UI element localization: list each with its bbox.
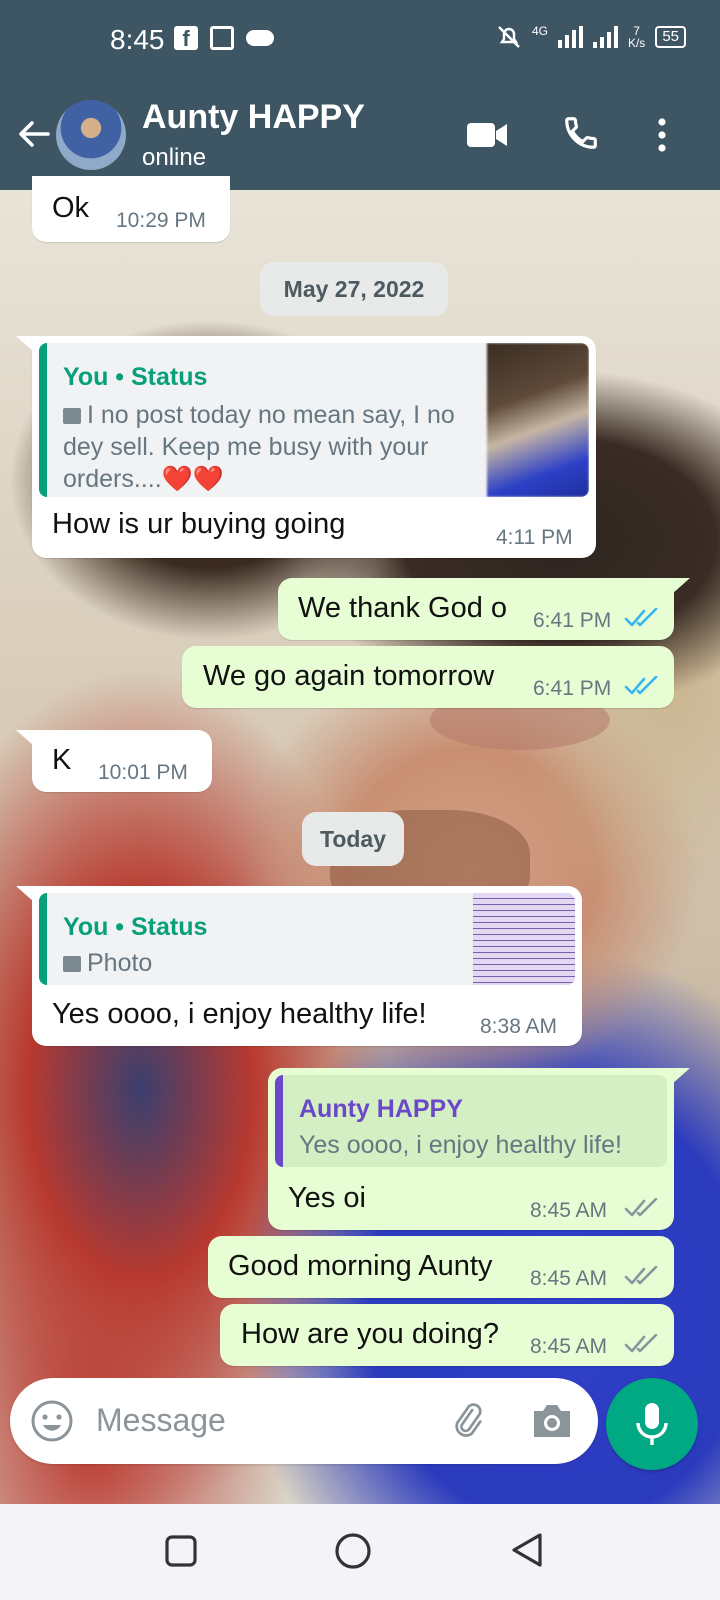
reply-quote[interactable]: Aunty HAPPY Yes oooo, i enjoy healthy li… <box>275 1075 667 1167</box>
battery-indicator: 55 <box>655 26 686 48</box>
quote-text: Yes oooo, i enjoy healthy life! <box>299 1131 622 1159</box>
message-text: How are you doing? <box>241 1318 499 1350</box>
microphone-button[interactable] <box>606 1378 698 1470</box>
quote-accent-bar <box>39 893 47 985</box>
message-time: 8:45 AM <box>530 1335 608 1358</box>
recent-apps-icon[interactable] <box>164 1534 198 1568</box>
status-reply-quote[interactable]: You • Status Photo <box>39 893 575 985</box>
mute-bell-icon <box>498 26 520 48</box>
message-text: How is ur buying going <box>52 508 346 540</box>
quote-title: You • Status <box>63 913 208 941</box>
message-bubble-outgoing[interactable]: Aunty HAPPY Yes oooo, i enjoy healthy li… <box>268 1068 674 1230</box>
facebook-icon: f <box>174 26 198 51</box>
message-time: 10:29 PM <box>116 209 206 232</box>
more-vert-icon[interactable] <box>652 116 672 154</box>
date-separator: Today <box>302 812 404 866</box>
message-time: 10:01 PM <box>98 761 188 784</box>
quote-title: You • Status <box>63 363 208 391</box>
quote-text: I no post today no mean say, I no dey se… <box>63 401 455 493</box>
message-bubble-incoming[interactable]: You • Status Photo Yes oooo, i enjoy hea… <box>32 886 582 1046</box>
status-time: 8:45 <box>110 24 165 55</box>
message-bubble-incoming[interactable]: K 10:01 PM <box>32 730 212 792</box>
system-navigation-bar <box>0 1504 720 1600</box>
avatar[interactable] <box>56 100 126 170</box>
emoji-icon[interactable] <box>30 1399 74 1443</box>
image-icon <box>63 956 81 972</box>
status-bar: 8:45 f 4G 7 K/s 55 <box>0 0 720 80</box>
date-separator: May 27, 2022 <box>260 262 448 316</box>
message-bubble-outgoing[interactable]: We go again tomorrow 6:41 PM <box>182 646 674 708</box>
system-indicators: 4G 7 K/s 55 <box>496 24 686 50</box>
bubble-tail <box>672 578 690 594</box>
message-bubble-outgoing[interactable]: Good morning Aunty 8:45 AM <box>208 1236 674 1298</box>
quote-accent-bar <box>39 343 47 497</box>
status-thumbnail <box>487 343 589 497</box>
message-text: We thank God o <box>298 592 508 624</box>
quote-title: Aunty HAPPY <box>299 1095 463 1123</box>
bubble-tail <box>672 1068 690 1084</box>
message-text: K <box>52 744 72 776</box>
message-text: Yes oi <box>288 1182 366 1214</box>
read-receipt-icon <box>624 608 658 627</box>
delivered-receipt-icon <box>624 1198 658 1217</box>
message-bubble-outgoing[interactable]: How are you doing? 8:45 AM <box>220 1304 674 1366</box>
arrow-left-icon[interactable] <box>14 114 54 154</box>
home-icon[interactable] <box>334 1532 372 1570</box>
signal-bars-icon-2 <box>592 26 618 48</box>
camera-icon[interactable] <box>530 1401 574 1441</box>
delivered-receipt-icon <box>624 1334 658 1353</box>
quote-accent-bar <box>275 1075 283 1167</box>
message-text: Good morning Aunty <box>228 1250 493 1282</box>
delivered-receipt-icon <box>624 1266 658 1285</box>
chat-header: Aunty HAPPY online <box>0 80 720 190</box>
paperclip-icon[interactable] <box>446 1399 490 1443</box>
microphone-icon <box>636 1403 668 1445</box>
network-speed: 7 K/s <box>627 24 646 50</box>
cloud-icon <box>246 30 274 46</box>
message-composer: Message <box>10 1378 598 1464</box>
message-time: 4:11 PM <box>496 526 573 549</box>
network-type: 4G <box>531 24 548 38</box>
phone-icon[interactable] <box>562 114 600 152</box>
message-time: 8:45 AM <box>530 1199 608 1222</box>
notification-icons: f <box>174 26 274 51</box>
message-bubble-incoming[interactable]: Ok 10:29 PM <box>32 176 230 242</box>
status-reply-quote[interactable]: You • Status I no post today no mean say… <box>39 343 589 497</box>
contact-name[interactable]: Aunty HAPPY <box>142 98 365 137</box>
signal-bars-icon <box>557 26 583 48</box>
message-bubble-outgoing[interactable]: We thank God o 6:41 PM <box>278 578 674 640</box>
image-icon <box>63 408 81 424</box>
video-call-icon[interactable] <box>466 120 508 150</box>
contact-status: online <box>142 144 207 171</box>
message-time: 6:41 PM <box>533 609 612 632</box>
message-time: 6:41 PM <box>533 677 612 700</box>
message-bubble-incoming[interactable]: You • Status I no post today no mean say… <box>32 336 596 558</box>
message-input[interactable]: Message <box>96 1402 226 1439</box>
message-time: 8:38 AM <box>480 1015 558 1038</box>
message-time: 8:45 AM <box>530 1267 608 1290</box>
read-receipt-icon <box>624 676 658 695</box>
message-text: Ok <box>52 192 90 224</box>
quote-text: Photo <box>63 947 152 979</box>
status-thumbnail <box>473 893 575 985</box>
message-text: We go again tomorrow <box>203 660 495 692</box>
back-nav-icon[interactable] <box>510 1532 544 1568</box>
app-notification-icon <box>210 26 234 50</box>
message-text: Yes oooo, i enjoy healthy life! <box>52 998 427 1030</box>
